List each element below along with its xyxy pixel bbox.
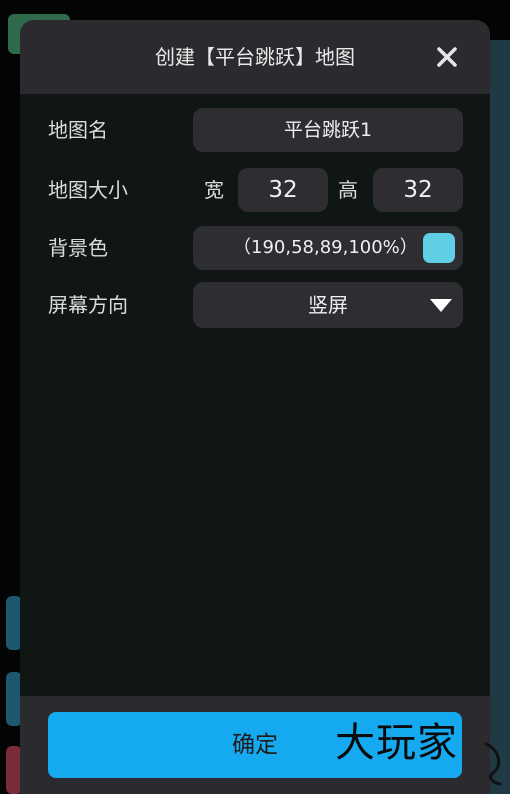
width-label: 宽	[204, 178, 224, 202]
create-map-dialog: 创建【平台跳跃】地图 地图名 平台跳跃1 地图大小 宽 32 高 32 背景色 …	[20, 20, 490, 794]
background-color-label: 背景色	[48, 236, 108, 260]
map-size-label: 地图大小	[48, 178, 128, 202]
screen-orientation-value: 竖屏	[308, 293, 348, 317]
color-swatch	[423, 233, 455, 263]
screen-orientation-label: 屏幕方向	[48, 293, 128, 317]
height-input[interactable]: 32	[373, 168, 463, 212]
screen-orientation-dropdown[interactable]: 竖屏	[193, 282, 463, 328]
height-label: 高	[338, 178, 358, 202]
watermark-logo: 大玩家	[335, 720, 458, 766]
width-input[interactable]: 32	[238, 168, 328, 212]
background-color-picker[interactable]: （190,58,89,100%）	[193, 226, 463, 270]
map-name-label: 地图名	[48, 118, 108, 142]
close-icon	[437, 47, 457, 67]
map-name-input[interactable]: 平台跳跃1	[193, 108, 463, 152]
background-panel-right	[488, 40, 510, 794]
triangle-down-icon	[430, 299, 452, 312]
watermark-swirl-icon	[484, 742, 502, 786]
dialog-header: 创建【平台跳跃】地图	[20, 20, 490, 94]
app-screen: 创建【平台跳跃】地图 地图名 平台跳跃1 地图大小 宽 32 高 32 背景色 …	[0, 0, 510, 794]
close-button[interactable]	[432, 42, 462, 72]
dialog-title: 创建【平台跳跃】地图	[155, 45, 355, 69]
background-color-value: （190,58,89,100%）	[233, 237, 418, 258]
